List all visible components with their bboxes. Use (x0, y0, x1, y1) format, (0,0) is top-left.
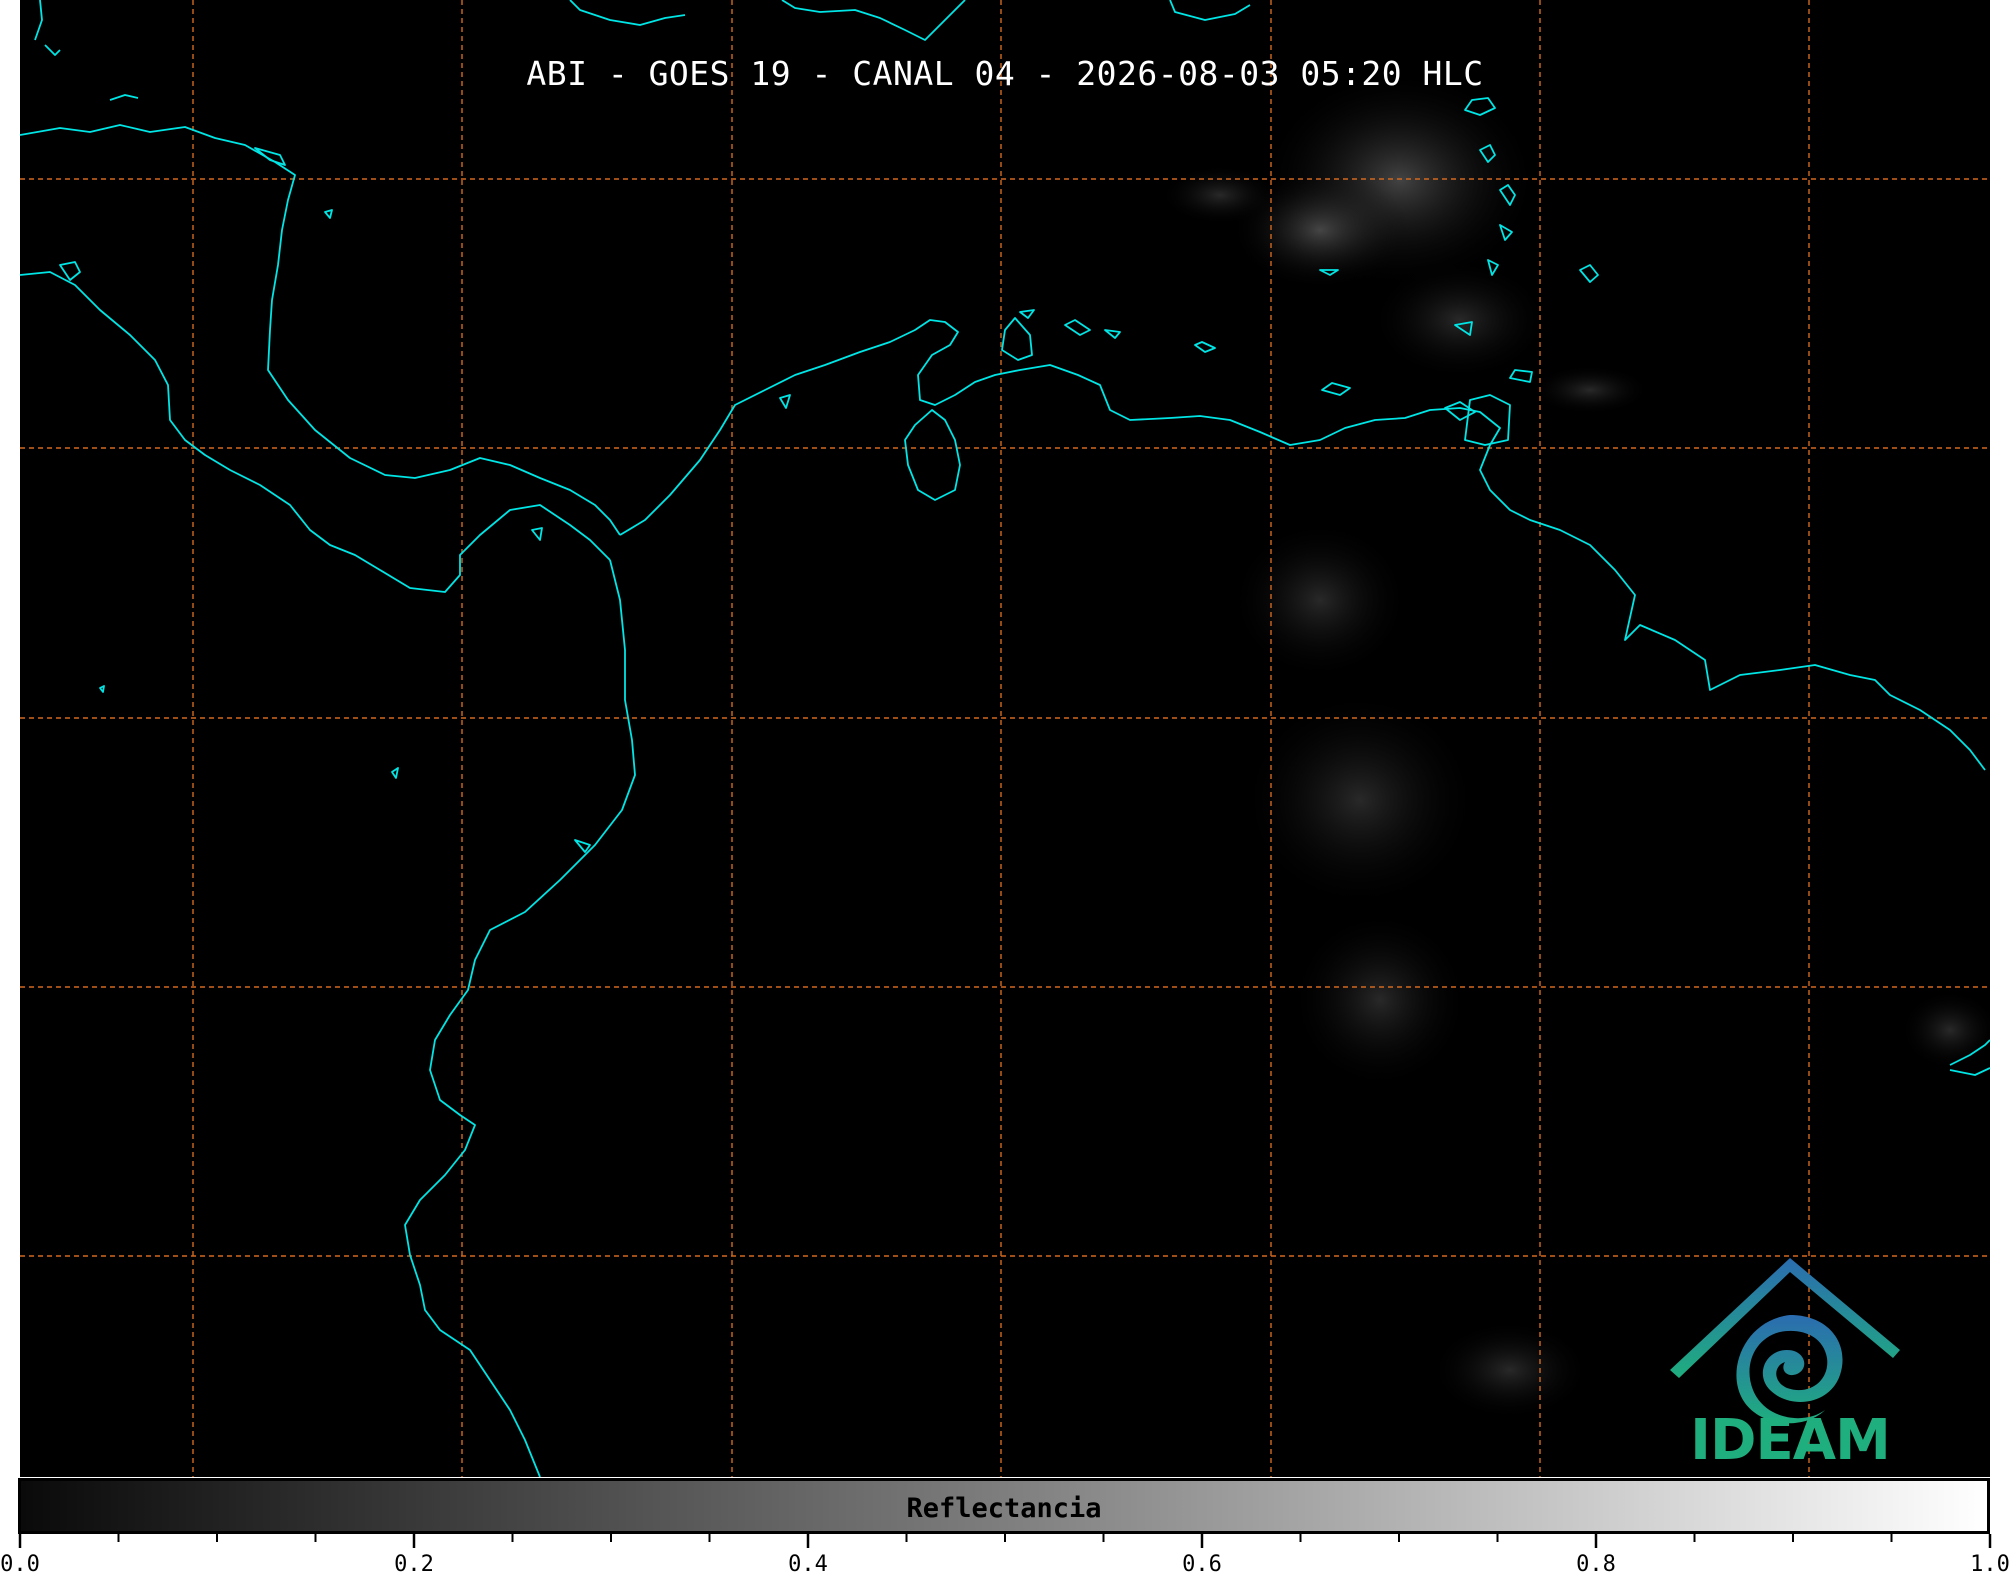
colorbar-tick-label: 0.2 (394, 1552, 434, 1577)
colorbar-tick-label: 0.8 (1576, 1552, 1616, 1577)
colorbar-tick-label: 1.0 (1970, 1552, 2010, 1577)
logo-text: IDEAM (1690, 1408, 1891, 1473)
cloud-cover (1160, 70, 1990, 1420)
colorbar-tick-label: 0.0 (0, 1552, 40, 1577)
colorbar: Reflectancia (18, 1478, 1990, 1534)
colorbar-tick-label: 0.4 (788, 1552, 828, 1577)
map-title: ABI - GOES 19 - CANAL 04 - 2026-08-03 05… (526, 54, 1484, 93)
colorbar-label: Reflectancia (906, 1493, 1102, 1524)
satellite-map: ABI - GOES 19 - CANAL 04 - 2026-08-03 05… (20, 0, 1990, 1477)
colorbar-ticks: 0.0 0.2 0.4 0.6 0.8 1.0 (0, 1534, 2010, 1577)
colorbar-tick-label: 0.6 (1182, 1552, 1222, 1577)
